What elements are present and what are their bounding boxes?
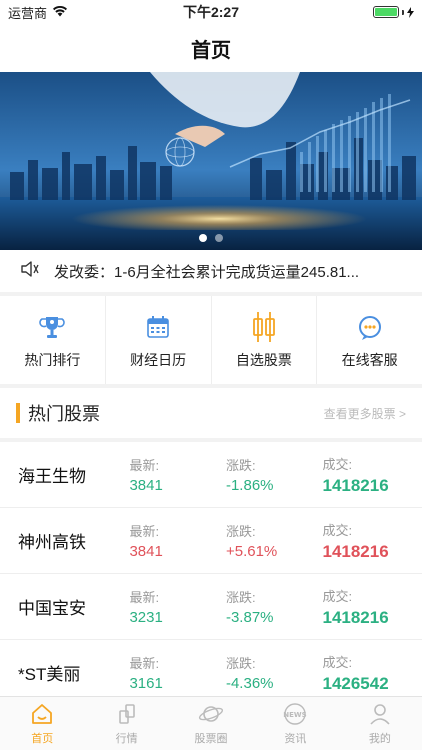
quick-item-hot-ranking[interactable]: 热门排行 — [0, 296, 106, 384]
change-label: 涨跌: — [225, 656, 256, 671]
news-ticker[interactable]: 发改委：1-6月全社会累计完成货运量245.81... — [0, 250, 422, 292]
change-value: +5.61% — [225, 543, 278, 560]
tab-home[interactable]: 首页 — [0, 697, 84, 750]
status-left: 运营商 — [8, 3, 68, 22]
tab-label: 我的 — [368, 733, 391, 745]
stock-row[interactable]: *ST美丽 最新: 3161 涨跌: -4.36% 成交: 1426542 — [0, 640, 422, 696]
banner-image — [0, 72, 422, 250]
latest-label: 最新: — [129, 458, 160, 473]
tab-market[interactable]: 行情 — [84, 697, 168, 750]
carousel-dot[interactable] — [215, 234, 223, 242]
change-value: -1.86% — [225, 477, 274, 494]
volume-label: 成交: — [322, 456, 353, 472]
quick-item-online-support[interactable]: 在线客服 — [317, 296, 422, 384]
latest-value: 3841 — [129, 477, 163, 494]
change-value: -3.87% — [225, 609, 274, 626]
latest-value: 3161 — [129, 675, 163, 692]
user-icon — [367, 701, 393, 727]
news-headline[interactable]: 发改委：1-6月全社会累计完成货运量245.81... — [54, 261, 402, 282]
stock-list: 海王生物 最新: 3841 涨跌: -1.86% 成交: 1418216 神州高铁 最… — [0, 442, 422, 696]
stock-name: 海王生物 — [18, 467, 86, 486]
carrier-label: 运营商 — [8, 5, 48, 21]
quick-item-label: 财经日历 — [130, 352, 187, 368]
support-chat-icon — [353, 310, 387, 344]
carousel-dots — [0, 234, 422, 242]
latest-label: 最新: — [129, 656, 160, 671]
change-label: 涨跌: — [225, 590, 256, 605]
quick-menu: 热门排行 财经日历 自选股票 在线客服 — [0, 296, 422, 384]
quick-item-watchlist[interactable]: 自选股票 — [212, 296, 318, 384]
charging-icon — [407, 6, 414, 18]
quick-item-finance-calendar[interactable]: 财经日历 — [106, 296, 212, 384]
stock-name: *ST美丽 — [18, 665, 81, 684]
candlestick-icon — [247, 310, 281, 344]
speaker-icon — [20, 261, 40, 281]
volume-value: 1418216 — [322, 607, 389, 627]
svg-text:NEWS: NEWS — [284, 711, 307, 719]
view-more-stocks-link[interactable]: 查看更多股票 > — [324, 405, 406, 422]
volume-value: 1418216 — [322, 475, 389, 495]
calendar-icon — [141, 310, 175, 344]
planet-icon — [198, 701, 224, 727]
status-bar: 运营商 下午2:27 — [0, 0, 422, 24]
tab-news[interactable]: NEWS 资讯 — [253, 697, 337, 750]
change-label: 涨跌: — [225, 524, 256, 539]
stock-row[interactable]: 中国宝安 最新: 3231 涨跌: -3.87% 成交: 1418216 — [0, 574, 422, 640]
quick-item-label: 热门排行 — [24, 352, 81, 368]
stock-row[interactable]: 神州高铁 最新: 3841 涨跌: +5.61% 成交: 1418216 — [0, 508, 422, 574]
home-icon — [29, 701, 55, 727]
volume-value: 1418216 — [322, 541, 389, 561]
latest-label: 最新: — [129, 524, 160, 539]
section-title: 热门股票 — [28, 404, 100, 424]
banner-carousel[interactable] — [0, 72, 422, 250]
wifi-icon — [52, 5, 68, 20]
quick-item-label: 自选股票 — [235, 352, 292, 368]
volume-value: 1426542 — [322, 673, 389, 693]
latest-value: 3231 — [129, 609, 163, 626]
nav-bar: 首页 — [0, 24, 422, 72]
stock-row[interactable]: 海王生物 最新: 3841 涨跌: -1.86% 成交: 1418216 — [0, 442, 422, 508]
stock-name: 神州高铁 — [18, 533, 86, 552]
news-icon: NEWS — [282, 701, 308, 727]
market-icon — [114, 701, 140, 727]
tab-stock-circle[interactable]: 股票圈 — [169, 697, 253, 750]
tab-profile[interactable]: 我的 — [338, 697, 422, 750]
tab-label: 行情 — [115, 733, 138, 745]
page-title: 首页 — [191, 39, 231, 62]
carousel-dot[interactable] — [199, 234, 207, 242]
latest-label: 最新: — [129, 590, 160, 605]
trophy-icon — [35, 310, 69, 344]
tab-bar: 首页 行情 股票圈 NEWS 资讯 我的 — [0, 696, 422, 750]
volume-label: 成交: — [322, 588, 353, 604]
tab-label: 资讯 — [284, 733, 307, 745]
hot-stocks-header: 热门股票 查看更多股票 > — [0, 388, 422, 438]
change-label: 涨跌: — [225, 458, 256, 473]
volume-label: 成交: — [322, 522, 353, 538]
tab-label: 股票圈 — [194, 733, 228, 745]
stock-name: 中国宝安 — [18, 599, 86, 618]
section-accent-bar — [16, 403, 20, 423]
volume-label: 成交: — [322, 654, 353, 670]
latest-value: 3841 — [129, 543, 163, 560]
change-value: -4.36% — [225, 675, 274, 692]
battery-icon — [373, 6, 414, 18]
tab-label: 首页 — [31, 733, 54, 745]
quick-item-label: 在线客服 — [341, 352, 398, 368]
